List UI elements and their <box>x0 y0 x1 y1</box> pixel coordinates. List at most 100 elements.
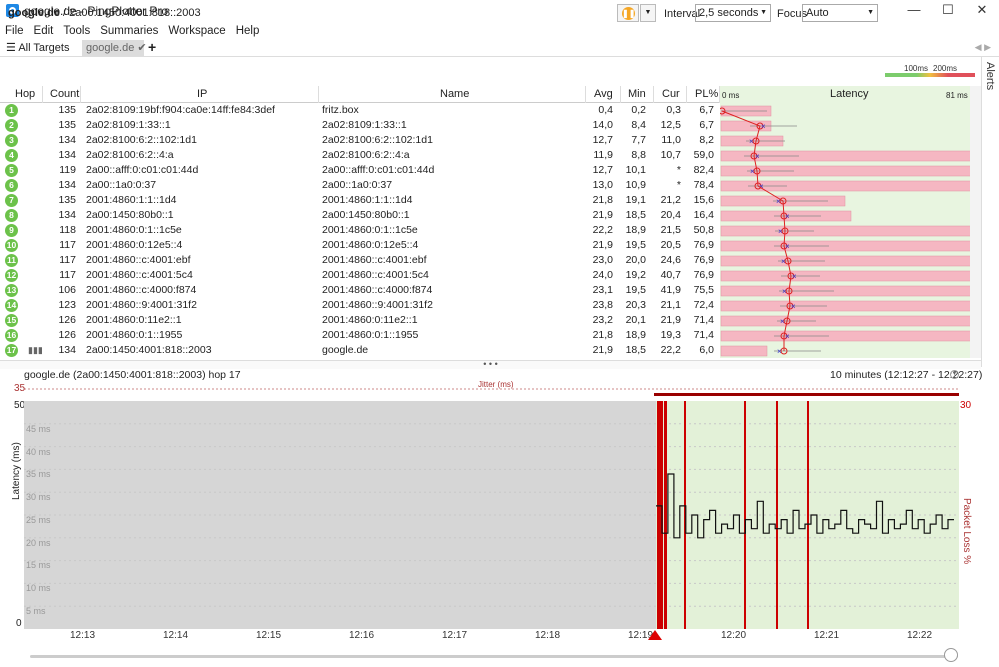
hop-number: 11 <box>5 254 18 267</box>
pane-splitter[interactable]: • • • <box>0 360 981 369</box>
table-row[interactable]: 4 134 2a02:8100:6:2::4:a 2a02:8100:6:2::4:a… <box>0 148 720 163</box>
tab-bar: ☰ All Targets google.de ✔ + ◀ ▶ <box>0 39 999 57</box>
table-row[interactable]: 6 134 2a00::1a0:0:37 2a00::1a0:0:37 13,0 10,9… <box>0 178 720 193</box>
cur-cell: 12,5 <box>660 119 681 131</box>
min-cell: 19,2 <box>625 269 646 281</box>
hamburger-icon: ☰ <box>6 42 19 54</box>
packet-loss-marker <box>744 401 746 629</box>
latency-scale-bar <box>885 73 975 77</box>
pl-cell: 8,2 <box>699 134 714 146</box>
focus-value: Auto <box>806 7 829 19</box>
minimize-button[interactable]: — <box>897 0 931 22</box>
current-time-marker-icon[interactable] <box>648 630 662 640</box>
pl-cell: 75,5 <box>693 284 714 296</box>
latency-max-label: 81 ms <box>946 91 968 100</box>
header-pl[interactable]: PL% <box>695 88 718 100</box>
table-row[interactable]: 3 134 2a02:8100:6:2::102:1d1 2a02:8100:6:2:… <box>0 133 720 148</box>
min-cell: 18,5 <box>625 344 646 356</box>
header-min[interactable]: Min <box>628 88 646 100</box>
table-row[interactable]: 8 134 2a00:1450:80b0::1 2a00:1450:80b0::1 21… <box>0 208 720 223</box>
table-row[interactable]: 15 126 2001:4860:0:11e2::1 2001:4860:0:11e2… <box>0 313 720 328</box>
ip-cell: 2001:4860:0:1::1955 <box>86 329 183 341</box>
pl-cell: 59,0 <box>693 149 714 161</box>
cur-cell: 40,7 <box>660 269 681 281</box>
min-cell: 8,4 <box>631 119 646 131</box>
pause-dropdown-button[interactable]: ▼ <box>640 4 656 22</box>
packet-loss-marker <box>776 401 778 629</box>
cur-cell: 21,9 <box>660 314 681 326</box>
interval-select[interactable]: 2,5 seconds ▼ <box>695 4 771 22</box>
header-ip[interactable]: IP <box>197 88 207 100</box>
x-axis-tick-label: 12:21 <box>814 630 840 641</box>
tab-google-de[interactable]: google.de ✔ <box>82 40 147 56</box>
name-cell: 2a02:8109:1:33::1 <box>322 119 407 131</box>
header-name[interactable]: Name <box>440 88 469 100</box>
table-row[interactable]: 16 126 2001:4860:0:1::1955 2001:4860:0:1::1… <box>0 328 720 343</box>
avg-cell: 24,0 <box>592 269 613 281</box>
timeline-scroll-thumb[interactable] <box>944 648 958 662</box>
tab-nav-arrows-icon[interactable]: ◀ ▶ <box>975 42 991 53</box>
table-row[interactable]: 1 135 2a02:8109:19bf:f904:ca0e:14ff:fe84:3… <box>0 103 720 118</box>
table-row[interactable]: 14 123 2001:4860::9:4001:31f2 2001:4860::9:… <box>0 298 720 313</box>
table-row[interactable]: 12 117 2001:4860::c:4001:5c4 2001:4860::c:4… <box>0 268 720 283</box>
pl-cell: 72,4 <box>693 299 714 311</box>
avg-cell: 21,8 <box>592 194 613 206</box>
menu-bar: File Edit Tools Summaries Workspace Help <box>0 22 999 40</box>
table-row[interactable]: 13 106 2001:4860::c:4000:f874 2001:4860::c:… <box>0 283 720 298</box>
table-row[interactable]: 11 117 2001:4860::c:4001:ebf 2001:4860::c:4… <box>0 253 720 268</box>
name-cell: 2a02:8100:6:2::102:1d1 <box>322 134 433 146</box>
menu-edit[interactable]: Edit <box>29 22 59 40</box>
min-cell: 10,1 <box>625 164 646 176</box>
jitter-y-max: 35 <box>14 383 26 394</box>
pl-cell: 71,4 <box>693 329 714 341</box>
latency-timeline-graph[interactable] <box>24 401 959 629</box>
alerts-panel[interactable] <box>981 57 999 367</box>
add-tab-button[interactable]: + <box>148 39 156 55</box>
tab-all-targets[interactable]: ☰ All Targets <box>6 41 69 56</box>
pause-button[interactable]: ❚❚ <box>617 4 639 22</box>
header-avg[interactable]: Avg <box>594 88 613 100</box>
range-dropdown-icon[interactable]: ▼ <box>950 370 959 379</box>
table-row[interactable]: 10 117 2001:4860:0:12e5::4 2001:4860:0:12e5… <box>0 238 720 253</box>
table-row[interactable]: 2 135 2a02:8109:1:33::1 2a02:8109:1:33::1 14… <box>0 118 720 133</box>
header-cur[interactable]: Cur <box>662 88 680 100</box>
packet-loss-axis-label: Packet Loss % <box>961 498 972 565</box>
avg-cell: 23,8 <box>592 299 613 311</box>
cur-cell: 41,9 <box>660 284 681 296</box>
target-bar <box>0 58 981 84</box>
focus-select[interactable]: Auto ▼ <box>802 4 878 22</box>
min-cell: 0,2 <box>631 104 646 116</box>
menu-workspace[interactable]: Workspace <box>163 22 230 40</box>
count-cell: 117 <box>59 254 76 266</box>
graph-range[interactable]: 10 minutes (12:12:27 - 12:22:27) <box>830 369 982 381</box>
menu-help[interactable]: Help <box>231 22 265 40</box>
interval-value: 2,5 seconds <box>699 7 759 19</box>
count-cell: 106 <box>58 284 76 296</box>
menu-file[interactable]: File <box>0 22 29 40</box>
header-hop[interactable]: Hop <box>15 88 35 100</box>
avg-cell: 21,9 <box>592 209 613 221</box>
packet-loss-marker <box>657 401 660 629</box>
latency-series-line <box>656 473 954 539</box>
name-cell: 2001:4860:0:1::1c5e <box>322 224 418 236</box>
ip-cell: 2001:4860:0:11e2::1 <box>86 314 182 326</box>
maximize-button[interactable]: ☐ <box>931 0 965 22</box>
grid-scrollbar[interactable] <box>970 86 981 358</box>
table-row[interactable]: 17 134 2a00:1450:4001:818::2003 google.de 21… <box>0 343 720 358</box>
menu-tools[interactable]: Tools <box>58 22 95 40</box>
cur-cell: 20,5 <box>660 239 681 251</box>
alerts-label[interactable]: Alerts <box>984 62 996 90</box>
menu-summaries[interactable]: Summaries <box>95 22 163 40</box>
close-button[interactable]: ✕ <box>965 0 999 22</box>
cur-cell: 20,4 <box>660 209 681 221</box>
header-count[interactable]: Count <box>50 88 79 100</box>
hop-number: 8 <box>5 209 18 222</box>
timeline-scrollbar[interactable] <box>30 655 958 658</box>
table-row[interactable]: 9 118 2001:4860:0:1::1c5e 2001:4860:0:1::1c… <box>0 223 720 238</box>
avg-cell: 23,2 <box>592 314 613 326</box>
bar-chart-icon[interactable]: ▮▮▮ <box>28 343 43 358</box>
table-row[interactable]: 7 135 2001:4860:1:1::1d4 2001:4860:1:1::1d4… <box>0 193 720 208</box>
hop-number: 17 <box>5 344 18 357</box>
table-row[interactable]: 5 119 2a00::afff:0:c01:c01:44d 2a00::afff:0… <box>0 163 720 178</box>
cur-cell: 21,5 <box>660 224 681 236</box>
